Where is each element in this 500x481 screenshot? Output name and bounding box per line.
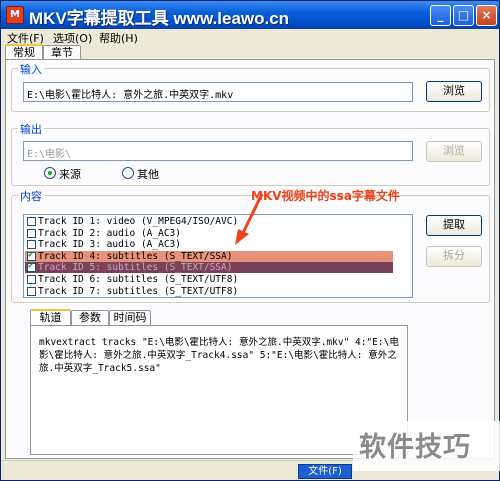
- tab-timecodes[interactable]: 时间码: [109, 310, 151, 325]
- input-group: 输入 E:\电影\霍比特人: 意外之旅.中英双字.mkv 浏览: [11, 61, 490, 112]
- status-file-button[interactable]: 文件(F): [298, 464, 352, 479]
- radio-selected-dot: [48, 171, 52, 175]
- track-row[interactable]: Track ID 1: video (V_MPEG4/ISO/AVC): [25, 216, 393, 227]
- track-row[interactable]: ✔ Track ID 4: subtitles (S_TEXT/SSA): [25, 249, 393, 262]
- output-group-label: 输出: [18, 121, 44, 137]
- input-group-label: 输入: [18, 61, 44, 77]
- track-row[interactable]: Track ID 3: audio (A_AC3): [25, 239, 393, 250]
- tab-chapters[interactable]: 章节: [43, 45, 81, 60]
- radio-source-label: 来源: [59, 168, 81, 181]
- close-button[interactable]: ×: [476, 5, 497, 26]
- tab-tracks[interactable]: 轨道: [30, 309, 71, 325]
- minimize-button[interactable]: _: [430, 5, 451, 26]
- track-checkbox[interactable]: [27, 217, 36, 226]
- track-label: Track ID 1: video (V_MPEG4/ISO/AVC): [38, 216, 239, 227]
- track-checkbox[interactable]: [27, 286, 36, 296]
- track-checkbox[interactable]: [27, 228, 36, 238]
- track-label: Track ID 6: subtitles (S_TEXT/UTF8): [38, 274, 239, 285]
- track-row[interactable]: Track ID 6: subtitles (S_TEXT/UTF8): [25, 274, 393, 285]
- track-list[interactable]: Track ID 1: video (V_MPEG4/ISO/AVC) Track…: [23, 214, 413, 298]
- track-label: Track ID 2: audio (A_AC3): [38, 227, 181, 239]
- radio-source[interactable]: [44, 167, 56, 179]
- input-path-field[interactable]: E:\电影\霍比特人: 意外之旅.中英双字.mkv: [23, 82, 413, 102]
- track-checkbox[interactable]: [27, 240, 36, 250]
- general-panel: 输入 E:\电影\霍比特人: 意外之旅.中英双字.mkv 浏览 输出 E:\电影…: [5, 59, 495, 459]
- track-checkbox[interactable]: ✔: [27, 249, 36, 261]
- maximize-button[interactable]: □: [453, 5, 474, 26]
- watermark: 软件技巧: [359, 432, 471, 463]
- menu-bar: 文件(F) 选项(O) 帮助(H): [1, 29, 499, 45]
- tab-general[interactable]: 常规: [5, 44, 43, 60]
- check-mark-icon: ✔: [28, 249, 34, 260]
- track-row[interactable]: Track ID 7: subtitles (S_TEXT/UTF8): [25, 286, 393, 297]
- track-label: Track ID 4: subtitles (S_TEXT/SSA): [38, 250, 233, 262]
- track-label: Track ID 7: subtitles (S_TEXT/UTF8): [38, 285, 239, 297]
- tab-parameters[interactable]: 参数: [71, 310, 109, 325]
- track-label: Track ID 5: subtitles (S_TEXT/SSA): [38, 262, 233, 274]
- track-label: Track ID 3: audio (A_AC3): [38, 239, 181, 251]
- app-window: M MKV字幕提取工具 www.leawo.cn _ □ × 文件(F) 选项(…: [0, 0, 500, 481]
- input-browse-button[interactable]: 浏览: [426, 81, 482, 102]
- menu-options[interactable]: 选项(O): [53, 30, 92, 46]
- command-box[interactable]: mkvextract tracks "E:\电影\霍比特人: 意外之旅.中英双字…: [30, 325, 408, 455]
- track-row[interactable]: ✔ Track ID 5: subtitles (S_TEXT/SSA): [25, 261, 393, 274]
- track-checkbox[interactable]: [27, 275, 36, 284]
- app-icon[interactable]: M: [6, 6, 24, 24]
- output-path-field[interactable]: E:\电影\: [23, 141, 413, 161]
- title-bar[interactable]: M MKV字幕提取工具 www.leawo.cn _ □ ×: [1, 1, 499, 29]
- track-row[interactable]: Track ID 2: audio (A_AC3): [25, 228, 393, 239]
- radio-other[interactable]: [122, 167, 134, 179]
- window-title: MKV字幕提取工具 www.leawo.cn: [29, 9, 290, 28]
- command-text[interactable]: mkvextract tracks "E:\电影\霍比特人: 意外之旅.中英双字…: [39, 336, 399, 375]
- output-browse-button[interactable]: 浏览: [426, 141, 482, 162]
- radio-other-label: 其他: [137, 168, 159, 181]
- annotation-label: MKV视频中的ssa字幕文件: [251, 189, 400, 203]
- content-group-label: 内容: [18, 188, 44, 204]
- menu-help[interactable]: 帮助(H): [99, 30, 138, 46]
- split-button[interactable]: 拆分: [426, 246, 482, 267]
- extract-button[interactable]: 提取: [426, 215, 482, 236]
- output-group: 输出 E:\电影\ 浏览 来源 其他: [11, 121, 490, 186]
- track-checkbox[interactable]: ✔: [27, 261, 36, 273]
- check-mark-icon: ✔: [28, 261, 34, 272]
